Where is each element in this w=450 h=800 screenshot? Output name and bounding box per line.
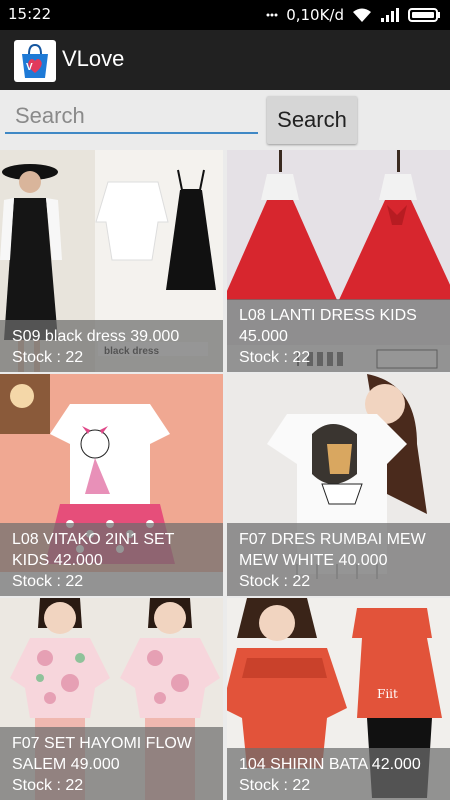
app-title: VLove <box>62 46 125 71</box>
product-caption: S09 black dress 39.000 Stock : 22 <box>0 320 223 372</box>
app-logo: V <box>14 40 56 82</box>
product-stock: Stock : 22 <box>239 573 311 590</box>
status-right: 0,10K/d <box>266 4 442 26</box>
wifi-icon <box>352 7 372 23</box>
dots-icon <box>266 10 278 20</box>
product-card[interactable]: F07 SET HAYOMI FLOW SALEM 49.000 Stock :… <box>0 598 223 800</box>
product-stock: Stock : 22 <box>239 349 311 366</box>
product-card[interactable]: L08 LANTI DRESS KIDS 45.000 Stock : 22 <box>227 150 450 372</box>
network-speed: 0,10K/d <box>286 6 344 24</box>
search-input[interactable] <box>5 104 258 134</box>
product-stock: Stock : 22 <box>12 777 84 794</box>
product-stock: Stock : 22 <box>12 573 84 590</box>
signal-icon <box>380 7 400 23</box>
search-row: Search <box>0 90 450 150</box>
product-name: L08 LANTI DRESS KIDS 45.000 <box>239 307 417 345</box>
product-name: S09 black dress 39.000 <box>12 328 180 345</box>
product-stock: Stock : 22 <box>239 777 311 794</box>
product-name: 104 SHIRIN BATA 42.000 <box>239 756 421 773</box>
product-caption: L08 LANTI DRESS KIDS 45.000 Stock : 22 <box>227 299 450 372</box>
product-caption: F07 DRES RUMBAI MEW MEW WHITE 40.000 Sto… <box>227 523 450 596</box>
product-card[interactable]: black dress S09 black dress 39.000 Stock… <box>0 150 223 372</box>
app-bar: V VLove <box>0 30 450 90</box>
svg-text:Fiit: Fiit <box>377 687 398 701</box>
product-name: F07 SET HAYOMI FLOW SALEM 49.000 <box>12 735 192 773</box>
product-card[interactable]: L08 VITAKO 2IN1 SET KIDS 42.000 Stock : … <box>0 374 223 596</box>
product-card[interactable]: Fiit 104 SHIRIN BATA 42.000 Stock : 22 <box>227 598 450 800</box>
search-button[interactable]: Search <box>267 96 357 144</box>
battery-icon <box>408 7 442 23</box>
svg-text:V: V <box>26 62 33 73</box>
status-bar: 15:22 0,10K/d <box>0 0 450 30</box>
product-grid: black dress S09 black dress 39.000 Stock… <box>0 150 450 800</box>
product-name: L08 VITAKO 2IN1 SET KIDS 42.000 <box>12 531 175 569</box>
product-caption: 104 SHIRIN BATA 42.000 Stock : 22 <box>227 748 450 800</box>
product-name: F07 DRES RUMBAI MEW MEW WHITE 40.000 <box>239 531 426 569</box>
product-caption: L08 VITAKO 2IN1 SET KIDS 42.000 Stock : … <box>0 523 223 596</box>
product-stock: Stock : 22 <box>12 349 84 366</box>
product-card[interactable]: F07 DRES RUMBAI MEW MEW WHITE 40.000 Sto… <box>227 374 450 596</box>
product-caption: F07 SET HAYOMI FLOW SALEM 49.000 Stock :… <box>0 727 223 800</box>
status-time: 15:22 <box>8 5 52 23</box>
